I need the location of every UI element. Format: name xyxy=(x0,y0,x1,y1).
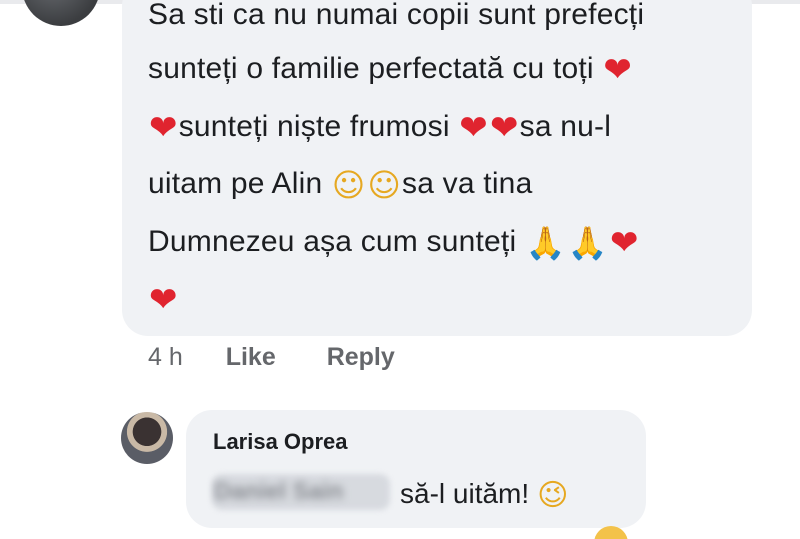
pray-icon: 🙏 xyxy=(525,223,566,262)
heart-icon: ❤ xyxy=(489,107,519,148)
comment-line-4: uitam pe Alin ☺☺sa va tina xyxy=(148,155,738,213)
comment-line-3-text: sunteți niște frumosi xyxy=(178,109,450,143)
reply-text: să-l uităm! 😉 xyxy=(400,478,568,513)
comment-line-3b-text: sa nu-l xyxy=(519,109,612,143)
heart-icon: ❤ xyxy=(459,107,488,148)
comment-actions: 4 h Like Reply xyxy=(148,343,395,372)
reply-button[interactable]: Reply xyxy=(327,343,395,372)
reply-text-content: să-l uităm! xyxy=(400,478,530,509)
heart-icon: ❤ xyxy=(603,50,633,90)
comment-line-2-text: sunteți o familie perfectată cu toți xyxy=(148,52,594,85)
heart-icon: ❤ xyxy=(149,280,178,320)
comment-timestamp[interactable]: 4 h xyxy=(148,343,183,372)
comment-line-5: Dumnezeu așa cum sunteți 🙏🙏❤ xyxy=(148,213,738,271)
heart-icon: ❤ xyxy=(149,107,178,148)
comment-line-4-text: uitam pe Alin xyxy=(148,167,323,200)
comment-line-4b-text: sa va tina xyxy=(402,167,533,200)
comment-line-6: ❤ xyxy=(148,270,738,328)
comment-line-3: ❤sunteți niște frumosi ❤❤sa nu-l xyxy=(148,98,738,156)
comment-line-2: sunteți o familie perfectată cu toți ❤ xyxy=(148,40,738,98)
pray-icon: 🙏 xyxy=(567,223,608,262)
comment-line-1: Sa sti ca nu numai copii sunt prefecți xyxy=(148,0,738,40)
comment-line-1-text: Sa sti ca nu numai copii sunt prefecți xyxy=(148,0,645,31)
smile-icon: ☺ xyxy=(367,166,402,204)
reply-avatar[interactable] xyxy=(121,412,173,464)
blurred-mention[interactable]: Daniel Sain xyxy=(214,478,343,506)
smile-icon: ☺ xyxy=(331,166,366,204)
comment-text: Sa sti ca nu numai copii sunt prefecți s… xyxy=(148,0,738,328)
commenter-avatar[interactable] xyxy=(22,0,100,26)
heart-icon: ❤ xyxy=(609,222,639,263)
comment-line-5-text: Dumnezeu așa cum sunteți xyxy=(148,224,517,258)
wink-icon: 😉 xyxy=(537,478,569,513)
like-button[interactable]: Like xyxy=(226,343,276,372)
reply-author-name[interactable]: Larisa Oprea xyxy=(213,429,348,455)
